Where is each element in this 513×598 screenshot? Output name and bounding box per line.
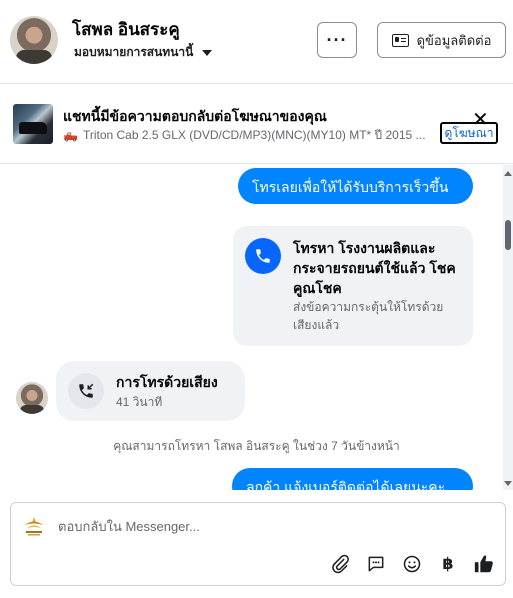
contact-avatar[interactable] <box>10 16 58 64</box>
scrollbar-thumb[interactable] <box>505 220 511 250</box>
like-icon[interactable] <box>473 553 495 575</box>
ad-product-name: Triton Cab 2.5 GLX (DVD/CD/MP3)(MNC)(MY1… <box>82 128 426 142</box>
sender-avatar <box>16 382 48 414</box>
truck-icon: 🛻 <box>63 128 78 142</box>
message-thread[interactable]: โทรเลยเพื่อให้ได้รับบริการเร็วขึ้น โทรหา… <box>0 165 513 490</box>
call-window-note: คุณสามารถโทรหา โสพล อินสระคู ในช่วง 7 วั… <box>113 439 400 453</box>
emoji-icon[interactable] <box>401 553 423 575</box>
conversation-header: โสพล อินสระคู มอบหมายการสนทนานี้ ··· ดูข… <box>0 0 513 84</box>
scroll-up-arrow-icon[interactable] <box>504 171 512 176</box>
ad-thumbnail <box>13 104 53 144</box>
page-logo-icon <box>25 517 43 536</box>
incoming-call-icon <box>68 373 104 409</box>
outgoing-message: โทรเลยเพื่อให้ได้รับบริการเร็วขึ้น <box>238 168 473 204</box>
close-icon[interactable]: ✕ <box>472 110 489 130</box>
call-request-card: โทรหา โรงงานผลิตและกระจายรถยนต์ใช้แล้ว โ… <box>233 226 473 346</box>
assign-conversation-dropdown[interactable]: มอบหมายการสนทนานี้ <box>74 43 213 62</box>
call-card-description: ส่งข้อความกระตุ้นให้โทรด้วยเสียงแล้ว <box>293 300 444 332</box>
reply-input[interactable] <box>58 515 478 537</box>
voice-call-bubble[interactable]: การโทรด้วยเสียง 41 วินาที <box>56 361 245 421</box>
view-ad-button[interactable]: ดูโฆษณา <box>440 122 498 144</box>
more-options-button[interactable]: ··· <box>317 22 357 58</box>
view-contact-info-label: ดูข้อมูลติดต่อ <box>416 32 492 48</box>
phone-icon <box>245 238 281 274</box>
assign-conversation-label: มอบหมายการสนทนานี้ <box>74 45 194 59</box>
contact-card-icon <box>391 33 409 47</box>
contact-name[interactable]: โสพล อินสระคู <box>72 16 180 43</box>
baht-icon[interactable]: ฿ <box>437 553 459 575</box>
reply-composer: ฿ <box>10 502 506 586</box>
scroll-down-arrow-icon[interactable] <box>504 481 512 486</box>
view-contact-info-button[interactable]: ดูข้อมูลติดต่อ <box>377 22 506 58</box>
saved-reply-icon[interactable] <box>365 553 387 575</box>
ad-banner-title: แชทนี้มีข้อความตอบกลับต่อโฆษณาของคุณ <box>63 108 327 124</box>
composer-toolbar: ฿ <box>329 553 495 575</box>
voice-call-duration: 41 วินาที <box>116 395 163 409</box>
ad-reply-banner: แชทนี้มีข้อความตอบกลับต่อโฆษณาของคุณ 🛻 Tr… <box>0 84 513 164</box>
voice-call-title: การโทรด้วยเสียง <box>116 374 218 390</box>
outgoing-message: ลูกค้า แจ้งเบอร์ติดต่อได้เลยนะคะ <box>232 468 473 490</box>
call-card-title: โทรหา โรงงานผลิตและกระจายรถยนต์ใช้แล้ว โ… <box>293 240 456 296</box>
attachment-icon[interactable] <box>329 553 351 575</box>
thread-scrollbar[interactable] <box>503 165 513 490</box>
ad-banner-subtitle: 🛻 Triton Cab 2.5 GLX (DVD/CD/MP3)(MNC)(MY… <box>63 126 435 145</box>
caret-down-icon <box>202 49 213 56</box>
